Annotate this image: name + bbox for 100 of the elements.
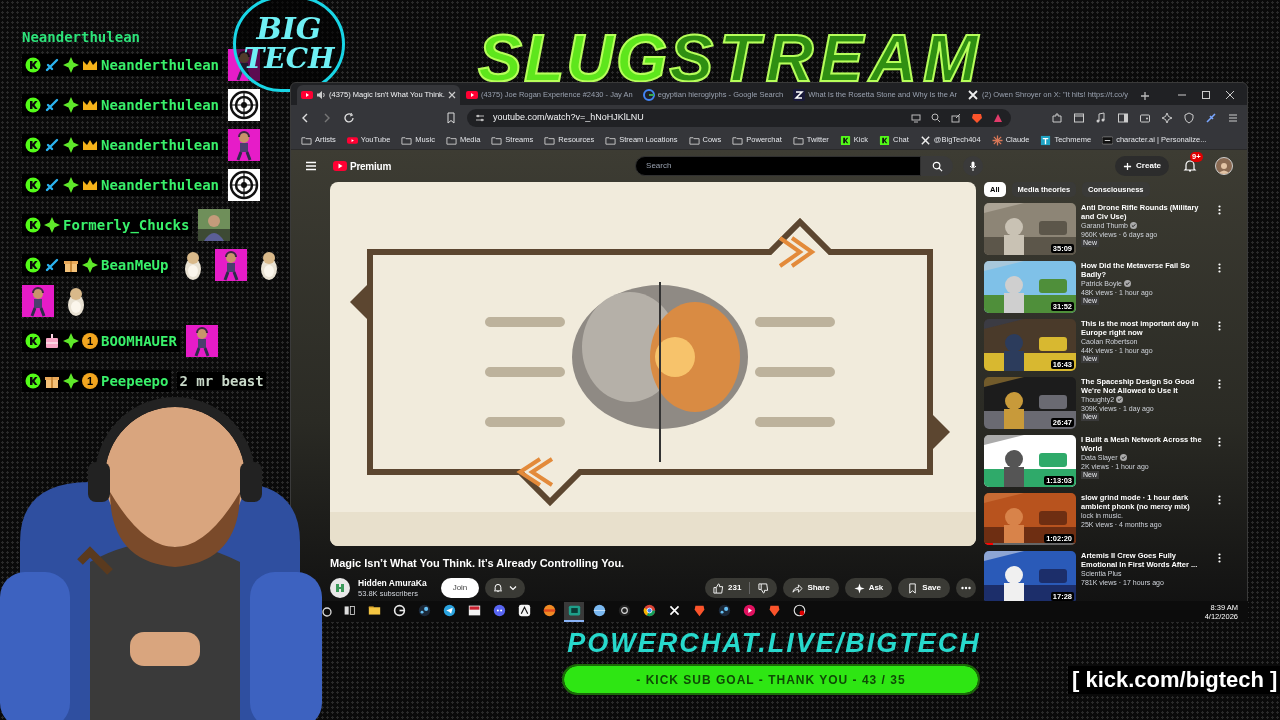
panel-icon[interactable] (1117, 112, 1129, 124)
avatar[interactable] (1215, 157, 1233, 175)
kick-badge-icon (25, 137, 41, 153)
youtube-icon (346, 134, 358, 146)
goal-text: - KICK SUB GOAL - THANK YOU - 43 / 35 (635, 671, 907, 689)
folder-icon (544, 134, 556, 146)
kick-badge-icon (25, 177, 41, 193)
create-button[interactable]: Create (1115, 156, 1169, 176)
chat-message: 2 mr beast (177, 372, 266, 390)
folder-icon (445, 134, 457, 146)
folder-icon (688, 134, 700, 146)
sword-icon (44, 177, 60, 193)
join-button[interactable]: Join (440, 578, 480, 598)
star-icon[interactable] (1161, 112, 1173, 124)
folder-icon (301, 134, 312, 146)
zoom-icon[interactable] (931, 113, 941, 123)
chat-username: Neanderthulean (101, 176, 219, 194)
kick-link[interactable]: [ kick.com/bigtech ] (1068, 666, 1280, 694)
newspaper-icon (467, 604, 481, 617)
chat-username: Neanderthulean (101, 96, 219, 114)
sliders-icon (475, 113, 485, 123)
thumbs-down-icon (758, 582, 770, 594)
more-icon[interactable] (1218, 553, 1221, 563)
ask-button[interactable]: Ask (844, 578, 893, 598)
share-icon[interactable] (951, 113, 961, 123)
play-icon (742, 604, 756, 617)
sparkle-icon (82, 257, 98, 273)
sparkle-icon (63, 137, 79, 153)
shield-icon[interactable] (1183, 112, 1195, 124)
puzzle-icon[interactable] (1051, 112, 1063, 124)
chat-header: Neanderthulean (22, 29, 140, 45)
triangle-icon[interactable] (993, 113, 1003, 123)
chat-username: Peepeepo (101, 372, 169, 390)
reload-icon[interactable] (343, 112, 355, 124)
record-icon (792, 604, 806, 617)
globe-icon (592, 604, 606, 617)
more-icon[interactable] (1218, 379, 1221, 389)
sword-icon (44, 257, 60, 273)
sparkle-icon (63, 333, 79, 349)
folder-icon (401, 134, 413, 146)
ring-icon (392, 604, 406, 617)
more-icon (961, 586, 971, 590)
search-field[interactable]: Search (635, 156, 922, 176)
bell-icon (493, 583, 504, 593)
ball-icon (542, 604, 556, 617)
bookmark-icon[interactable] (445, 112, 457, 124)
brand-name: Premium (350, 159, 392, 174)
window-icon[interactable] (1073, 112, 1085, 124)
subscription-button[interactable] (485, 578, 526, 598)
bell-icon[interactable] (1183, 159, 1197, 173)
bookmark-icon (907, 582, 919, 594)
close-icon[interactable] (1225, 90, 1235, 100)
more-icon[interactable] (1218, 495, 1221, 505)
sparkle-icon (44, 217, 60, 233)
channel-name[interactable]: Hidden AmuraKa (358, 578, 427, 589)
record-ring-icon (617, 604, 631, 617)
letter-a-icon (517, 604, 531, 617)
chat-username: BOOMHAUER (101, 332, 177, 350)
save-button[interactable]: Save (898, 578, 950, 598)
folder-icon (792, 134, 804, 146)
logo-text: BIG (256, 14, 322, 44)
wallet-icon[interactable] (1139, 112, 1151, 124)
more-icon[interactable] (1218, 263, 1221, 273)
video-title: Magic Isn’t What You Think. It’s Already Controlling You. (330, 556, 626, 570)
share-button[interactable]: Share (783, 578, 839, 598)
close-icon[interactable] (447, 91, 456, 99)
more-icon[interactable] (1218, 437, 1221, 447)
feather-icon[interactable] (1205, 112, 1217, 124)
chrome-icon (642, 604, 656, 617)
youtube-logo-icon[interactable] (333, 160, 347, 172)
kick-badge-icon (25, 217, 41, 233)
music-icon[interactable] (1095, 112, 1107, 124)
kick-badge-icon (25, 333, 41, 349)
menu-icon[interactable] (305, 160, 317, 172)
thumbs-up-icon (713, 582, 725, 594)
chat-username: BeanMeUp (101, 256, 169, 274)
sparkle-icon (63, 97, 79, 113)
youtube-icon (465, 89, 478, 101)
kick-badge-icon (25, 257, 41, 273)
voice-search-button[interactable] (963, 156, 984, 176)
caret-icon (509, 584, 518, 592)
sword-icon (44, 97, 60, 113)
maximize-icon[interactable] (1201, 90, 1211, 100)
plus-icon (1123, 161, 1133, 171)
more-button[interactable] (956, 578, 976, 598)
more-icon[interactable] (1218, 205, 1221, 215)
youtube-icon (301, 89, 313, 101)
logo-text: TECH (243, 44, 335, 74)
search-icon (931, 160, 943, 172)
search-button[interactable] (921, 156, 954, 176)
more-icon[interactable] (1218, 321, 1221, 331)
address-bar[interactable]: youtube.com/watch?v=_hNoHJKlLNU (467, 109, 1011, 127)
folder-icon (491, 134, 503, 146)
chat-username: Neanderthulean (101, 136, 219, 154)
x-icon (919, 134, 931, 146)
kick-badge-icon (25, 97, 41, 113)
channel-avatar[interactable] (330, 578, 350, 598)
folder-icon (367, 604, 381, 617)
screen-icon[interactable] (911, 113, 921, 123)
microphone-icon (968, 161, 979, 171)
